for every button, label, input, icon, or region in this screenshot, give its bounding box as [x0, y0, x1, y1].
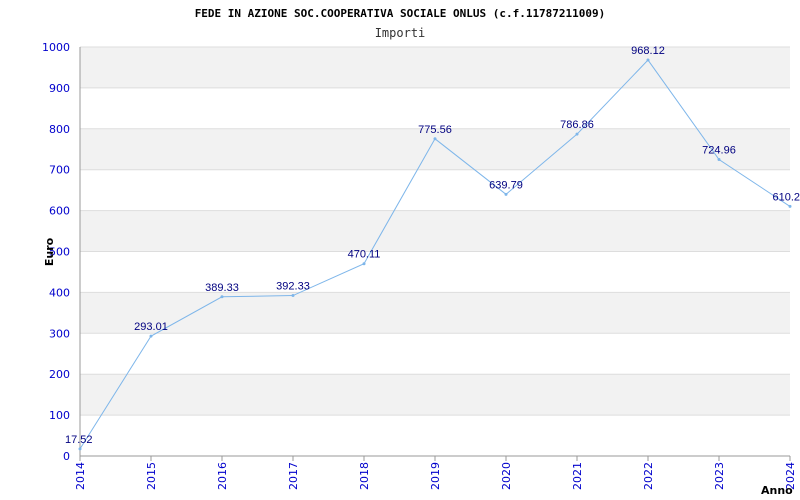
data-point	[149, 334, 153, 338]
y-tick-label: 0	[63, 450, 70, 463]
data-label: 392.33	[276, 281, 310, 293]
data-label: 968.12	[631, 45, 665, 57]
y-tick-label: 300	[49, 327, 70, 340]
data-point	[646, 58, 650, 62]
x-tick-label: 2019	[429, 462, 442, 490]
y-tick-label: 700	[49, 164, 70, 177]
data-label: 786.86	[560, 119, 594, 131]
x-tick-label: 2016	[216, 462, 229, 490]
x-tick-label: 2015	[145, 462, 158, 490]
data-label: 724.96	[702, 144, 736, 156]
data-point	[433, 137, 437, 141]
y-tick-label: 1000	[42, 41, 70, 54]
y-axis-title: Euro	[43, 237, 56, 266]
x-tick-label: 2017	[287, 462, 300, 490]
data-label: 389.33	[205, 282, 239, 294]
data-point	[788, 204, 792, 208]
data-label: 775.56	[418, 124, 452, 136]
grid-band	[80, 210, 790, 252]
chart-title: FEDE IN AZIONE SOC.COOPERATIVA SOCIALE O…	[195, 7, 606, 20]
grid-band	[80, 292, 790, 334]
x-tick-labels: 2014 2015 2016 2017 2018 2019 2020 2021 2022 2023…	[74, 456, 797, 490]
y-tick-label: 800	[49, 123, 70, 136]
x-tick-label: 2014	[74, 462, 87, 490]
data-point	[717, 157, 721, 161]
grid-band	[80, 374, 790, 416]
chart-subtitle: Importi	[375, 26, 426, 40]
grid-band	[80, 47, 790, 88]
y-tick-label: 200	[49, 368, 70, 381]
data-point	[291, 294, 295, 298]
data-point	[78, 447, 82, 451]
data-point	[362, 262, 366, 266]
x-tick-label: 2021	[571, 462, 584, 490]
y-tick-label: 900	[49, 82, 70, 95]
x-tick-label: 2022	[642, 462, 655, 490]
data-label: 293.01	[134, 321, 168, 333]
data-point	[575, 132, 579, 136]
data-label: 17.52	[65, 434, 93, 446]
data-label: 610.2	[772, 191, 800, 203]
grid-bands	[80, 47, 790, 416]
chart: FEDE IN AZIONE SOC.COOPERATIVA SOCIALE O…	[42, 7, 800, 497]
y-tick-label: 600	[49, 205, 70, 218]
data-point	[220, 295, 224, 299]
data-label: 639.79	[489, 179, 523, 191]
x-tick-label: 2020	[500, 462, 513, 490]
x-axis-title: Anno	[761, 484, 793, 497]
data-point	[504, 192, 508, 196]
y-tick-label: 400	[49, 286, 70, 299]
data-label: 470.11	[348, 249, 381, 261]
x-tick-label: 2018	[358, 462, 371, 490]
x-tick-label: 2023	[713, 462, 726, 490]
y-tick-label: 100	[49, 409, 70, 422]
